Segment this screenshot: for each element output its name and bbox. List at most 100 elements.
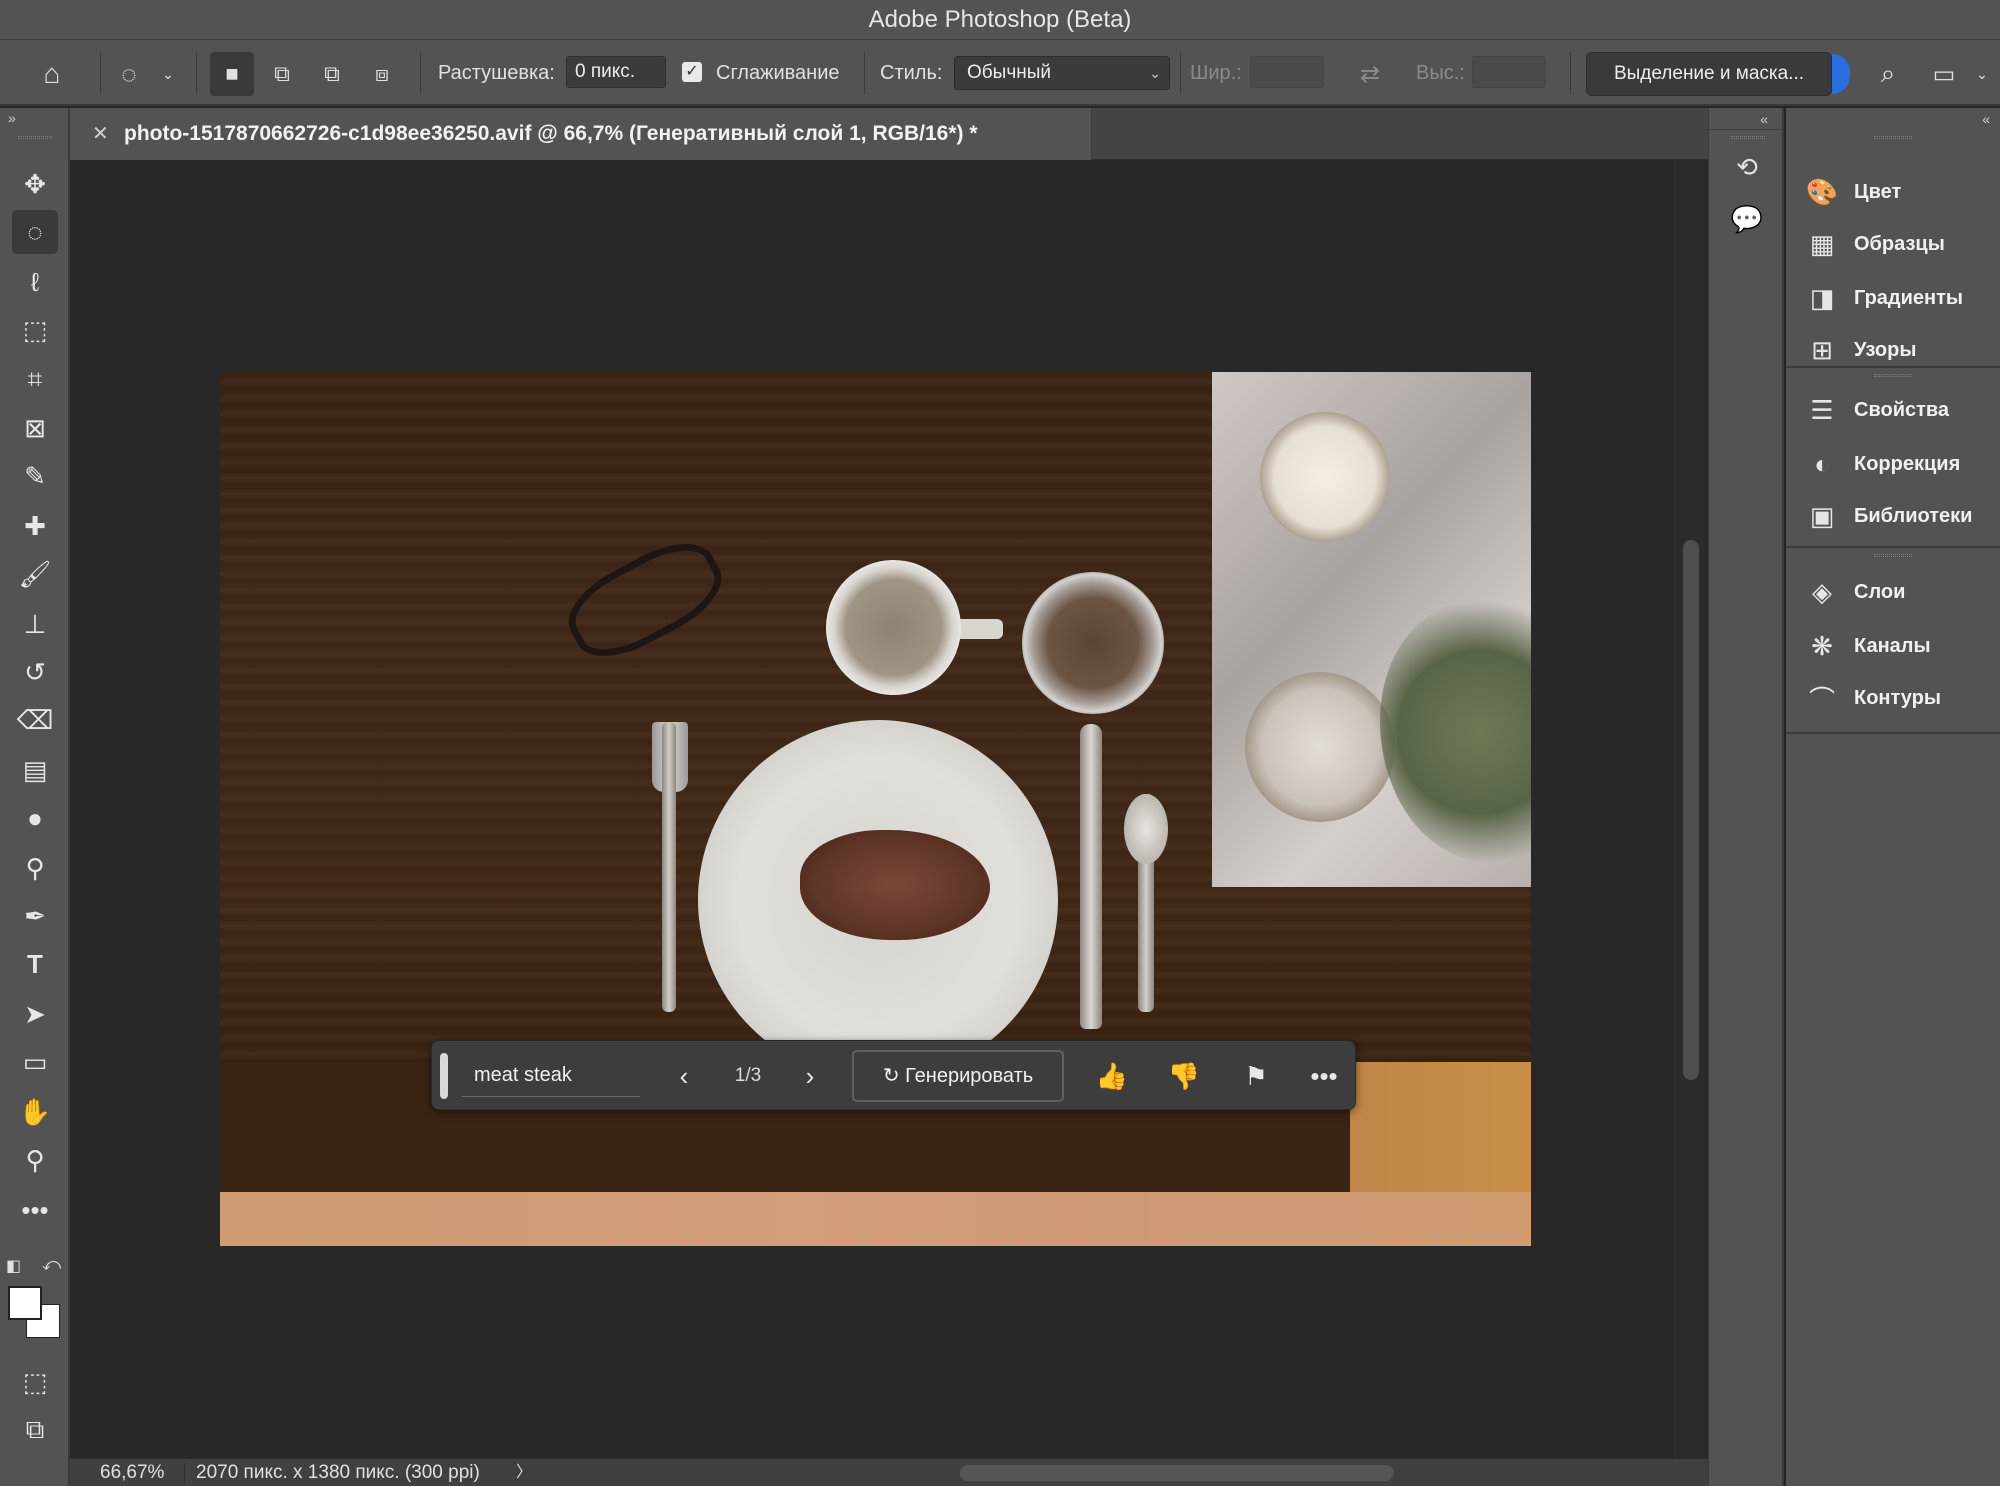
- panel-tab-paths[interactable]: ⌒ Контуры: [1804, 678, 1941, 718]
- pen-icon[interactable]: ✒: [12, 894, 58, 938]
- flag-icon[interactable]: ⚑: [1234, 1041, 1278, 1111]
- close-icon[interactable]: ✕: [92, 108, 109, 160]
- workspace-chevron-icon[interactable]: ⌄: [1970, 54, 1994, 94]
- document-info: 2070 пикс. x 1380 пикс. (300 ppi): [196, 1462, 480, 1483]
- panel-tab-swatches[interactable]: ▦ Образцы: [1804, 224, 1945, 264]
- subtract-selection-icon[interactable]: ⧉: [310, 52, 354, 96]
- crop-icon[interactable]: ⌗: [12, 358, 58, 402]
- zoom-level[interactable]: 66,67%: [100, 1459, 164, 1486]
- paths-icon: ⌒: [1808, 684, 1835, 715]
- frame-icon[interactable]: ⊠: [12, 406, 58, 450]
- feather-label: Растушевка:: [438, 62, 555, 84]
- width-input[interactable]: [1250, 56, 1324, 88]
- type-icon[interactable]: T: [12, 942, 58, 986]
- object-selection-icon[interactable]: ⬚: [12, 308, 58, 352]
- rectangle-icon[interactable]: ▭: [12, 1040, 58, 1084]
- panel-group-color: 🎨 Цвет ▦ Образцы ◨ Градиенты ⊞ Узоры: [1786, 130, 2000, 368]
- panel-tab-layers[interactable]: ◈ Слои: [1804, 572, 1905, 612]
- bandage-icon[interactable]: ✚: [12, 504, 58, 548]
- panel-tab-libraries[interactable]: ▣ Библиотеки: [1804, 496, 1973, 536]
- library-icon: ▣: [1809, 500, 1835, 531]
- foreground-color-front[interactable]: [8, 1286, 42, 1320]
- generate-button-label: Генерировать: [905, 1065, 1034, 1087]
- gradient-icon[interactable]: ▤: [12, 748, 58, 792]
- stamp-icon[interactable]: ⊥: [12, 602, 58, 646]
- feather-input[interactable]: 0 пикс.: [566, 56, 666, 88]
- intersect-selection-icon[interactable]: ⧈: [360, 52, 404, 96]
- hand-icon[interactable]: ✋: [12, 1090, 58, 1134]
- generate-button[interactable]: ↻ Генерировать: [852, 1050, 1064, 1102]
- palette-icon: 🎨: [1805, 176, 1839, 207]
- panel-group-layers: ◈ Слои ❋ Каналы ⌒ Контуры: [1786, 548, 2000, 734]
- vertical-scrollbar[interactable]: [1674, 160, 1708, 1458]
- thumbs-down-icon[interactable]: 👎: [1162, 1041, 1206, 1111]
- select-and-mask-button[interactable]: Выделение и маска...: [1586, 52, 1832, 96]
- regenerate-icon: ↻: [882, 1065, 906, 1087]
- drop-icon[interactable]: ●: [12, 796, 58, 840]
- toolbar-grip[interactable]: [18, 136, 52, 139]
- brush-icon[interactable]: 🖌: [12, 552, 58, 596]
- next-variation-icon[interactable]: ›: [790, 1041, 830, 1111]
- prompt-input[interactable]: meat steak: [462, 1053, 640, 1097]
- collapse-icon[interactable]: «: [1709, 108, 1782, 130]
- magnifier-icon[interactable]: ⚲: [12, 1138, 58, 1182]
- screen-mode-icon[interactable]: ⧉: [12, 1408, 58, 1452]
- ellipse-marquee-icon[interactable]: ◌: [110, 54, 148, 94]
- style-select[interactable]: Обычный ⌄: [954, 56, 1170, 90]
- vertical-scroll-thumb[interactable]: [1683, 540, 1699, 1080]
- new-selection-icon[interactable]: ■: [210, 52, 254, 96]
- workspace-icon[interactable]: ▭: [1924, 54, 1964, 94]
- lasso-icon[interactable]: ℓ: [12, 260, 58, 304]
- search-icon[interactable]: ⌕: [1868, 54, 1908, 94]
- layers-icon: ◈: [1812, 576, 1832, 607]
- channels-icon: ❋: [1811, 630, 1833, 661]
- move-icon[interactable]: ✥: [12, 162, 58, 206]
- height-input[interactable]: [1472, 56, 1546, 88]
- eyedropper-icon[interactable]: ✎: [12, 454, 58, 498]
- variation-counter: 1/3: [734, 1065, 762, 1086]
- panel-tab-patterns[interactable]: ⊞ Узоры: [1804, 330, 1916, 370]
- horizontal-scroll-thumb[interactable]: [960, 1465, 1394, 1481]
- dodge-icon[interactable]: ⚲: [12, 846, 58, 890]
- more-options-icon[interactable]: •••: [1302, 1041, 1346, 1111]
- previous-variation-icon[interactable]: ‹: [664, 1041, 704, 1111]
- panels-dock: « 🎨 Цвет ▦ Образцы ◨ Градиенты ⊞ Узоры ☰ Свой…: [1786, 108, 2000, 1486]
- thumbs-up-icon[interactable]: 👍: [1090, 1041, 1134, 1111]
- tool-preset-chevron-icon[interactable]: ⌄: [156, 54, 180, 94]
- style-select-value: Обычный: [967, 62, 1051, 83]
- default-colors-icon[interactable]: ◧: [6, 1256, 21, 1276]
- document-tab[interactable]: ✕ photo-1517870662726-c1d98ee36250.avif …: [70, 108, 1092, 160]
- panel-tab-adjustments[interactable]: ◐ Коррекция: [1804, 444, 1960, 484]
- options-bar: ⌂ ◌ ⌄ ■ ⧉ ⧉ ⧈ Растушевка: 0 пикс. ✓ Сгла…: [0, 40, 2000, 106]
- window-title-bar: Adobe Photoshop (Beta): [0, 0, 2000, 40]
- chevron-down-icon: ⌄: [1149, 65, 1161, 81]
- document-tab-title: photo-1517870662726-c1d98ee36250.avif @ …: [124, 122, 978, 145]
- panel-tab-gradients[interactable]: ◨ Градиенты: [1804, 278, 1963, 318]
- swap-colors-icon[interactable]: ⤺: [42, 1254, 61, 1275]
- arrow-icon[interactable]: ➤: [12, 992, 58, 1036]
- panel-tab-color[interactable]: 🎨 Цвет: [1804, 172, 1901, 212]
- status-info-menu-icon[interactable]: 〉: [516, 1459, 532, 1486]
- gradient-swatch-icon: ◨: [1809, 282, 1835, 313]
- panel-group-properties: ☰ Свойства ◐ Коррекция ▣ Библиотеки: [1786, 368, 2000, 548]
- comments-icon[interactable]: 💬: [1729, 204, 1765, 244]
- history-brush-icon[interactable]: ↺: [12, 650, 58, 694]
- collapse-panels-icon[interactable]: «: [1786, 108, 2000, 130]
- panel-tab-properties[interactable]: ☰ Свойства: [1804, 390, 1949, 430]
- document-image[interactable]: [220, 372, 1531, 1246]
- add-to-selection-icon[interactable]: ⧉: [260, 52, 304, 96]
- quick-mask-icon[interactable]: ⬚: [12, 1360, 58, 1404]
- ellipse-marquee-icon[interactable]: ◌: [12, 210, 58, 254]
- history-icon[interactable]: ⟲: [1729, 152, 1765, 192]
- expand-toolbar-icon[interactable]: »: [8, 110, 16, 126]
- home-icon[interactable]: ⌂: [30, 54, 74, 94]
- document-tabs: ✕ photo-1517870662726-c1d98ee36250.avif …: [70, 108, 1708, 160]
- eraser-icon[interactable]: ⌫: [12, 698, 58, 742]
- style-label: Стиль:: [880, 62, 943, 84]
- panel-tab-channels[interactable]: ❋ Каналы: [1804, 626, 1930, 666]
- swap-icon[interactable]: ⇄: [1350, 54, 1390, 94]
- antialias-checkbox[interactable]: ✓: [682, 62, 702, 82]
- ellipsis-icon[interactable]: •••: [12, 1188, 58, 1232]
- drag-handle[interactable]: [440, 1053, 448, 1099]
- contextual-task-bar: meat steak ‹ 1/3 › ↻ Генерировать 👍 👎 ⚑ …: [431, 1040, 1356, 1110]
